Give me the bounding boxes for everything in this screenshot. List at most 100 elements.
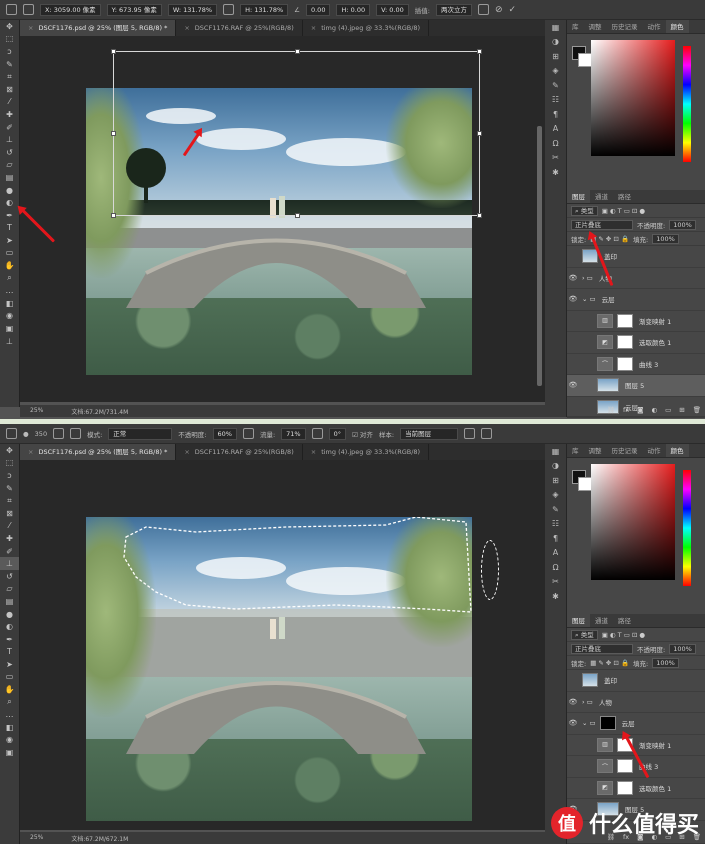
filter-icons[interactable]: ▣ ◐ T ▭ ⊡ ● bbox=[602, 207, 645, 215]
brush-tool-icon[interactable]: ✐ bbox=[0, 121, 19, 134]
pen-icon[interactable]: ✎ bbox=[545, 502, 566, 517]
layer-row[interactable]: ◩ 选取颜色 1 bbox=[567, 778, 705, 799]
transform-handle[interactable] bbox=[477, 131, 482, 136]
filter-icons[interactable]: ▣ ◐ T ▭ ⊡ ● bbox=[602, 631, 645, 639]
hand-tool-icon[interactable]: ✋ bbox=[0, 259, 19, 272]
zoom-level[interactable]: 25% bbox=[30, 834, 43, 842]
sample-select[interactable]: 当前图层 bbox=[400, 427, 459, 440]
tab-layers[interactable]: 图层 bbox=[567, 190, 590, 203]
layer-row[interactable]: 👁 › ▭ 人物 bbox=[567, 268, 705, 289]
transform-handle[interactable] bbox=[295, 49, 300, 54]
stamp-tool-icon[interactable]: ⊥ bbox=[0, 335, 19, 348]
quick-mask-icon[interactable]: ◉ bbox=[0, 310, 19, 323]
lasso-tool-icon[interactable]: ↄ bbox=[0, 45, 19, 58]
path-select-icon[interactable]: ➤ bbox=[0, 658, 19, 671]
layer-row[interactable]: 👁 ⌄ ▭ 云层 bbox=[567, 713, 705, 735]
layer-row[interactable]: 👁 ⌄ ▭ 云层 bbox=[567, 289, 705, 311]
tab-actions[interactable]: 动作 bbox=[643, 444, 666, 457]
eraser-icon[interactable]: ▱ bbox=[0, 583, 19, 596]
pen-tool-icon[interactable]: ✒ bbox=[0, 633, 19, 646]
new-group-icon[interactable]: ▭ bbox=[665, 406, 671, 414]
visibility-icon[interactable]: 👁 bbox=[567, 381, 579, 389]
gradient-tool-icon[interactable]: ▤ bbox=[0, 595, 19, 608]
tab-layers[interactable]: 图层 bbox=[567, 614, 590, 627]
v-skew-field[interactable]: V: 0.00 bbox=[376, 3, 409, 16]
adjustment-icon[interactable]: ◐ bbox=[651, 406, 657, 414]
height-field[interactable]: H: 131.78% bbox=[240, 3, 289, 16]
reference-point-icon[interactable] bbox=[23, 4, 34, 15]
brush-settings-icon[interactable] bbox=[53, 428, 65, 439]
selection-ellipse[interactable] bbox=[481, 540, 499, 600]
hand-tool-icon[interactable]: ✋ bbox=[0, 683, 19, 696]
tab-dscf1176-psd[interactable]: × DSCF1176.psd @ 25% (图层 5, RGB/8) * bbox=[20, 20, 177, 36]
close-icon[interactable]: × bbox=[184, 448, 189, 456]
quick-select-icon[interactable]: ✎ bbox=[0, 482, 19, 495]
brush-settings-icon[interactable]: ☷ bbox=[545, 93, 566, 108]
ignore-adjustment-icon[interactable] bbox=[464, 428, 476, 439]
link-icon[interactable] bbox=[223, 4, 235, 15]
hue-slider[interactable] bbox=[683, 470, 691, 586]
tab-color[interactable]: 颜色 bbox=[665, 20, 689, 33]
kind-filter[interactable]: ⌕ 类型 bbox=[571, 629, 598, 640]
zoom-level[interactable]: 25% bbox=[30, 407, 43, 415]
align-checkbox[interactable]: ☑ 对齐 bbox=[352, 429, 373, 439]
type-tool-icon[interactable]: T bbox=[0, 646, 19, 659]
close-icon[interactable]: × bbox=[28, 24, 33, 32]
shape-tool-icon[interactable]: ▭ bbox=[0, 671, 19, 684]
visibility-icon[interactable]: 👁 bbox=[567, 274, 579, 282]
fill-field[interactable]: 100% bbox=[652, 657, 679, 668]
new-layer-icon[interactable]: ⊞ bbox=[679, 406, 684, 414]
group-mask[interactable] bbox=[599, 716, 616, 731]
layer-mask[interactable] bbox=[617, 356, 633, 371]
angle-field[interactable]: 0.00 bbox=[305, 3, 331, 16]
color-field[interactable] bbox=[591, 40, 675, 156]
layer-mask[interactable] bbox=[617, 780, 633, 795]
type-tool-icon[interactable]: T bbox=[0, 222, 19, 235]
delete-icon[interactable]: 🗑 bbox=[693, 406, 701, 414]
layer-row[interactable]: ⌒ 曲线 3 bbox=[567, 354, 705, 375]
pressure-size-icon[interactable] bbox=[481, 428, 493, 439]
properties-icon[interactable]: ◈ bbox=[545, 488, 566, 503]
kind-filter[interactable]: ⌕ 类型 bbox=[571, 205, 598, 216]
library-icon[interactable]: ▦ bbox=[545, 20, 566, 35]
move-tool-icon[interactable] bbox=[6, 4, 17, 15]
history-brush-icon[interactable]: ↺ bbox=[0, 146, 19, 159]
shape-tool-icon[interactable]: ▭ bbox=[0, 247, 19, 260]
canvas-area[interactable] bbox=[20, 36, 545, 410]
tab-dscf1176-psd[interactable]: × DSCF1176.psd @ 25% (图层 5, RGB/8) * bbox=[20, 444, 177, 460]
healing-brush-icon[interactable]: ✚ bbox=[0, 532, 19, 545]
layer-row[interactable]: ▥ 渐变映射 1 bbox=[567, 311, 705, 332]
move-tool-icon[interactable]: ✥ bbox=[0, 20, 19, 33]
blend-mode-select[interactable]: 正片叠底 bbox=[571, 219, 633, 230]
foreground-background-icon[interactable]: ◧ bbox=[0, 721, 19, 734]
adjust-icon[interactable]: ◑ bbox=[545, 35, 566, 50]
crop-tool-icon[interactable]: ⌗ bbox=[0, 70, 19, 83]
character-icon[interactable]: A bbox=[545, 546, 566, 561]
lasso-tool-icon[interactable]: ↄ bbox=[0, 469, 19, 482]
background-swatch[interactable] bbox=[578, 53, 592, 67]
tab-paths[interactable]: 路径 bbox=[613, 614, 636, 627]
character-icon[interactable]: A bbox=[545, 122, 566, 137]
eyedropper-icon[interactable]: ⁄ bbox=[0, 520, 19, 533]
cancel-icon[interactable]: ⊘ bbox=[495, 5, 503, 15]
gradient-tool-icon[interactable]: ▤ bbox=[0, 171, 19, 184]
glyph-icon[interactable]: Ω bbox=[545, 560, 566, 575]
path-select-icon[interactable]: ➤ bbox=[0, 234, 19, 247]
layer-row-selected[interactable]: 👁 图层 5 bbox=[567, 375, 705, 397]
opacity-field[interactable]: 100% bbox=[669, 219, 696, 230]
flow-field[interactable]: 71% bbox=[281, 427, 306, 440]
tab-dscf1176-raf[interactable]: × DSCF1176.RAF @ 25%(RGB/8) bbox=[176, 444, 303, 460]
tab-library[interactable]: 库 bbox=[567, 20, 584, 33]
transform-handle[interactable] bbox=[111, 213, 116, 218]
close-icon[interactable]: × bbox=[28, 448, 33, 456]
zoom-tool-icon[interactable]: ⌕ bbox=[0, 272, 19, 285]
transform-handle[interactable] bbox=[111, 49, 116, 54]
library-icon[interactable]: ▦ bbox=[545, 444, 566, 459]
properties-icon[interactable]: ◈ bbox=[545, 64, 566, 79]
link-layers-icon[interactable]: ⛓ bbox=[607, 406, 615, 414]
star-icon[interactable]: ✱ bbox=[545, 589, 566, 604]
eraser-icon[interactable]: ▱ bbox=[0, 159, 19, 172]
tab-actions[interactable]: 动作 bbox=[643, 20, 666, 33]
tab-dscf1176-raf[interactable]: × DSCF1176.RAF @ 25%(RGB/8) bbox=[176, 20, 303, 36]
tab-history[interactable]: 历史记录 bbox=[607, 20, 643, 33]
